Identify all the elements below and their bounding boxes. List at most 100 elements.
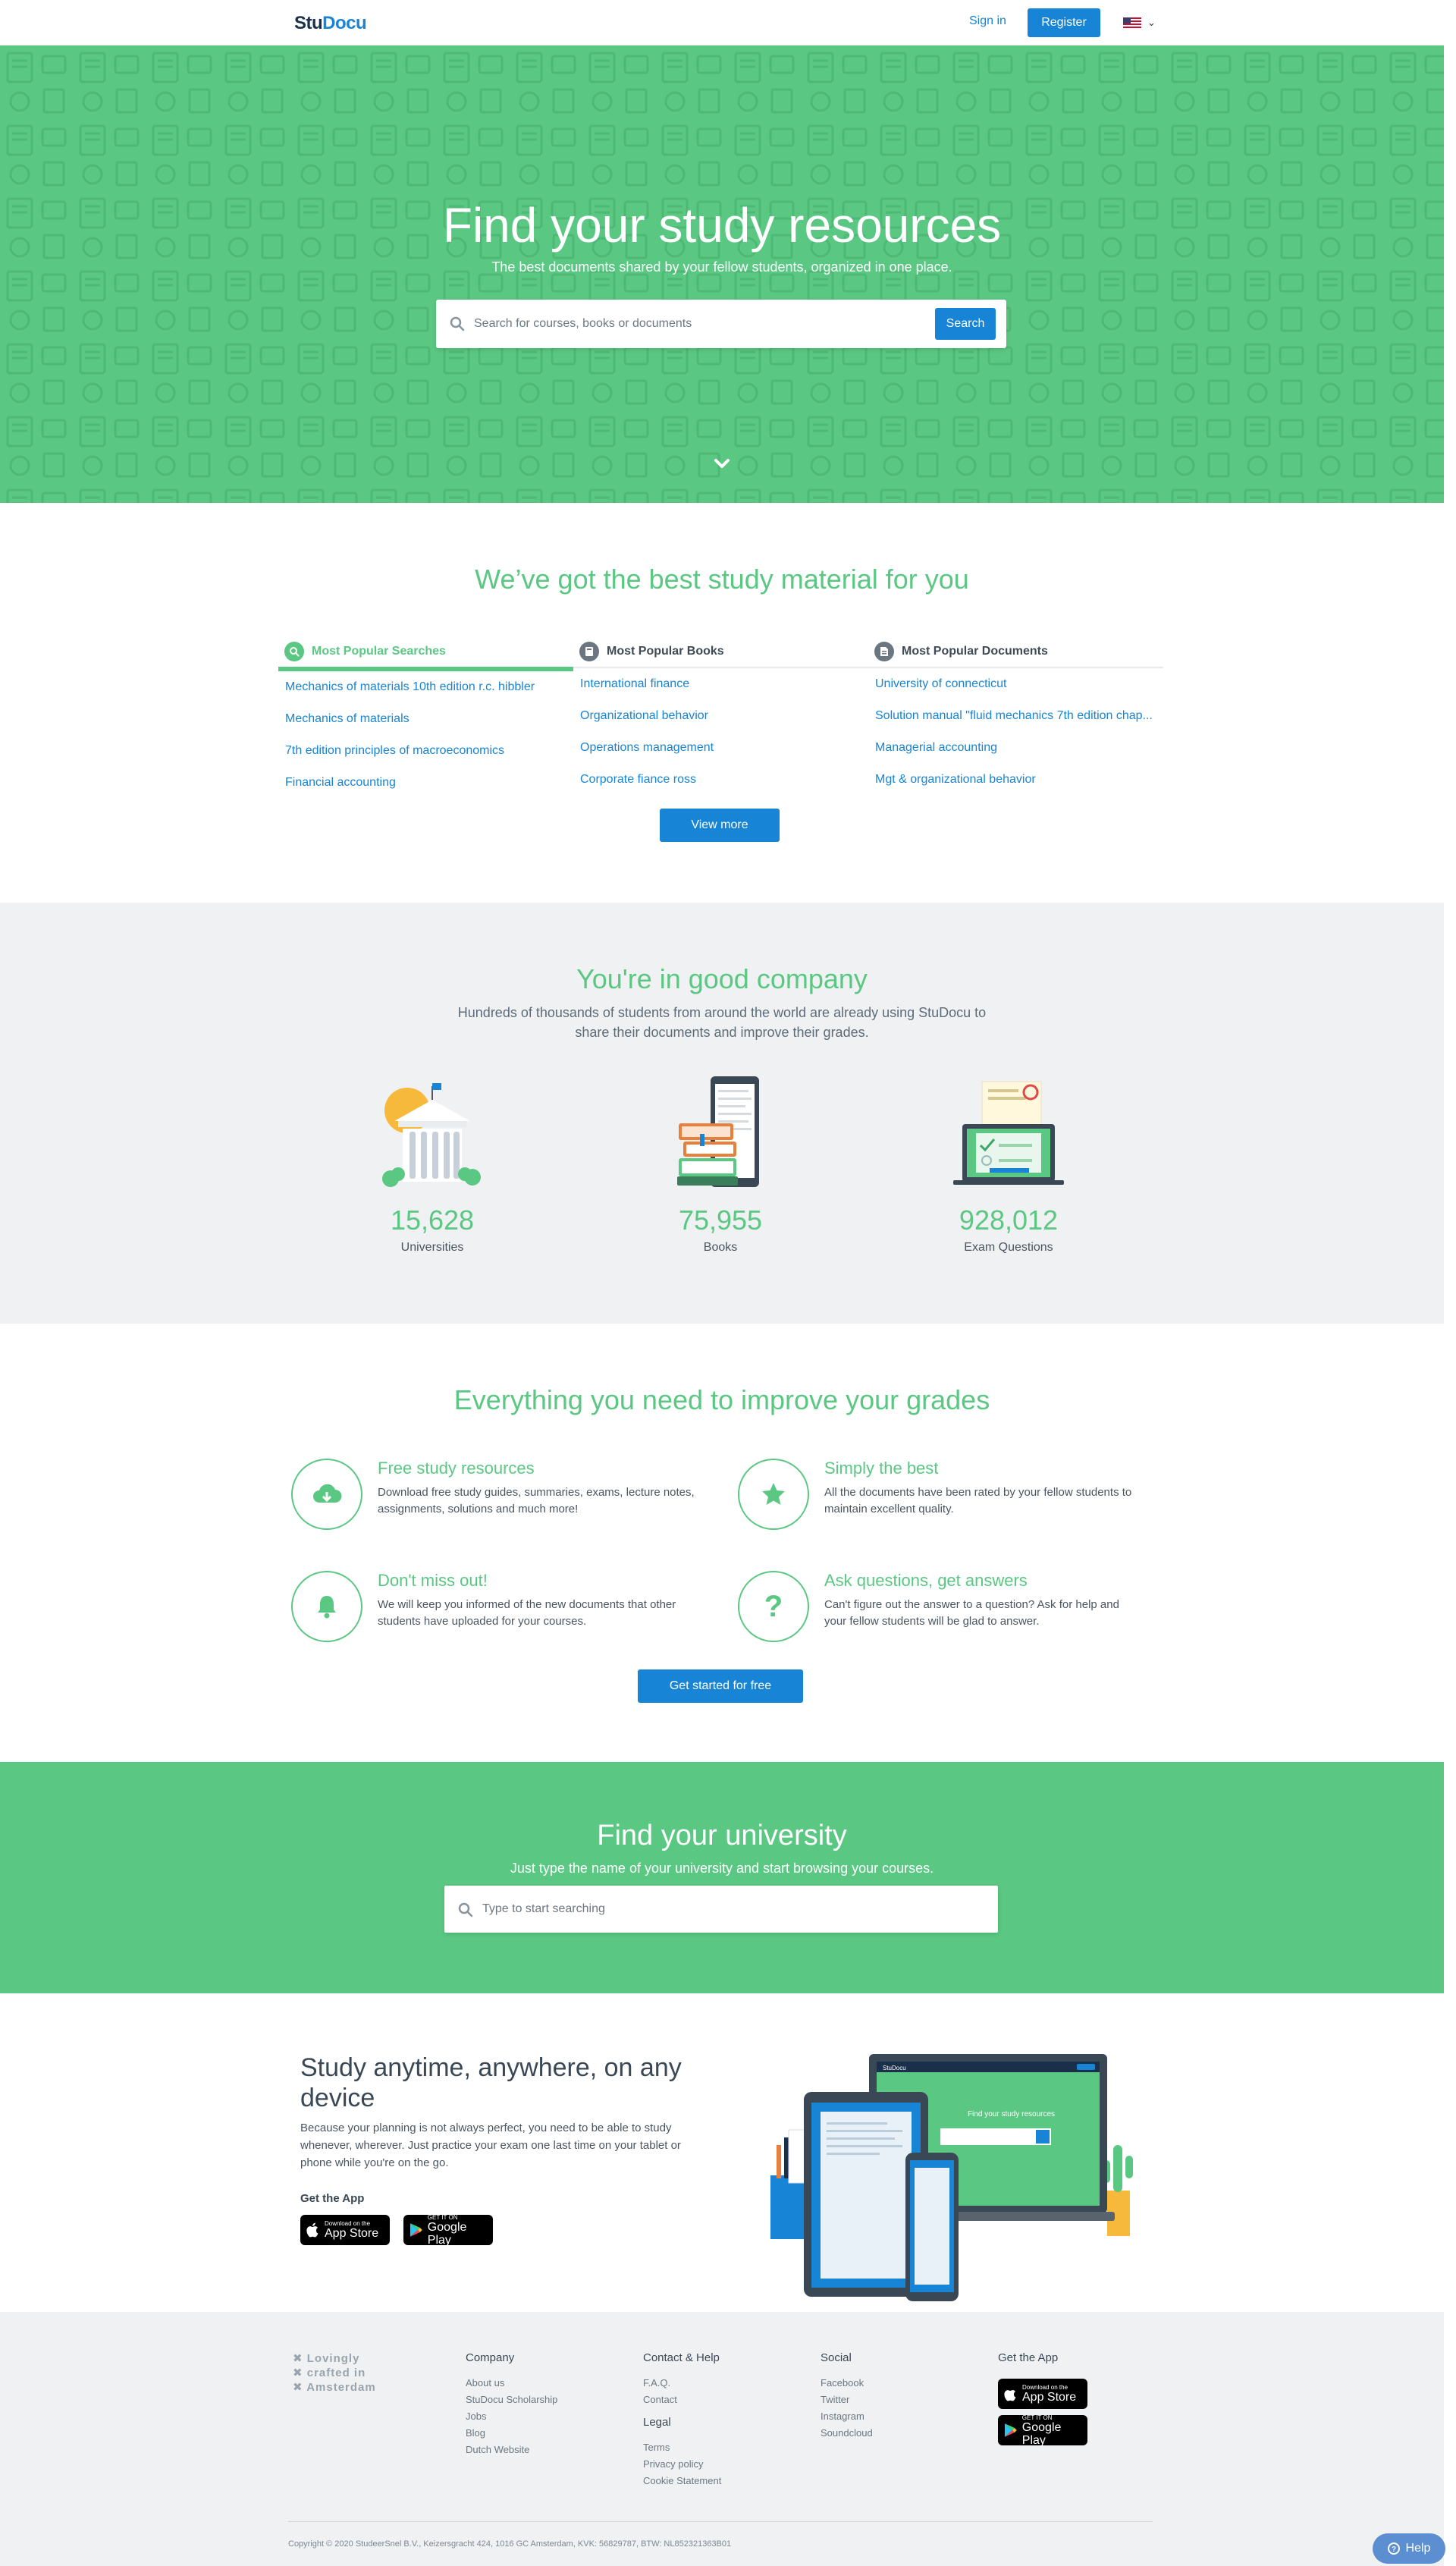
list-item[interactable]: Solution manual "fluid mechanics 7th edi… [875,709,1163,741]
stat-books-label: Books [703,1241,738,1254]
document-icon [874,642,894,661]
svg-text:?: ? [1391,2546,1395,2554]
footer-link[interactable]: Contact [643,2392,721,2408]
footer-link[interactable]: Terms [643,2439,721,2456]
footer-link[interactable]: Blog [466,2425,557,2442]
find-university-section: Find your university Just type the name … [0,1762,1444,1993]
apple-icon [1004,2390,1016,2401]
list-item[interactable]: 7th edition principles of macroeconomics [285,744,573,776]
language-selector[interactable]: ⌄ [1123,17,1156,29]
logo-text-docu: Docu [322,13,367,33]
university-search-input[interactable] [482,1895,968,1923]
footer-link[interactable]: F.A.Q. [643,2375,721,2392]
list-item[interactable]: Corporate fiance ross [580,773,868,805]
footer: ✖ Lovingly ✖ crafted in ✖ Amsterdam Comp… [0,2312,1445,2566]
footer-app-store-badge[interactable]: Download on the App Store [998,2379,1087,2409]
app-store-badge[interactable]: Download on the App Store [300,2215,390,2245]
stat-universities-label: Universities [400,1241,464,1254]
help-button[interactable]: ? Help [1373,2533,1445,2564]
laptop-brand-text: StuDocu [883,2065,906,2071]
university-illustration [318,1073,546,1191]
tab-popular-documents[interactable]: Most Popular Documents [868,636,1163,668]
study-material-section: We’ve got the best study material for yo… [0,503,1444,903]
footer-contact-column: Contact & Help F.A.Q. Contact Legal Term… [643,2351,721,2489]
footer-company-column: Company About us StuDocu Scholarship Job… [466,2351,557,2458]
footer-link[interactable]: About us [466,2375,557,2392]
play-icon [410,2223,422,2237]
hero-section: Find your study resources The best docum… [0,46,1444,503]
list-item[interactable]: Mechanics of materials 10th edition r.c.… [285,680,573,712]
footer-google-play-badge[interactable]: GET IT ON Google Play [998,2414,1087,2447]
features-section: Everything you need to improve your grad… [0,1324,1444,1762]
footer-divider [288,2521,1153,2522]
hero-search-input[interactable] [474,310,914,338]
footer-heading: Contact & Help [643,2351,720,2364]
feature-free-resources: Free study resources Download free study… [291,1459,716,1534]
popular-columns: Most Popular Searches Mechanics of mater… [278,636,1164,808]
register-button[interactable]: Register [1028,8,1100,37]
star-icon [738,1459,809,1530]
list-item[interactable]: University of connecticut [875,677,1163,709]
list-item[interactable]: Mgt & organizational behavior [875,773,1163,805]
list-item[interactable]: International finance [580,677,868,709]
list-item[interactable]: Operations management [580,741,868,773]
apple-icon [306,2222,318,2238]
devices-illustration: StuDocu Find your study resources [770,2054,1133,2301]
footer-tagline: ✖ Lovingly ✖ crafted in ✖ Amsterdam [293,2351,376,2395]
get-started-button[interactable]: Get started for free [638,1669,803,1703]
stat-books: 75,955 Books [607,1073,834,1255]
any-device-title: Study anytime, anywhere, on any device [300,2053,682,2112]
stat-exam-questions-value: 928,012 [959,1204,1059,1236]
list-item[interactable]: Managerial accounting [875,741,1163,773]
tab-popular-searches[interactable]: Most Popular Searches [278,636,573,671]
search-icon [284,642,304,661]
exam-illustration [895,1073,1122,1191]
books-illustration [607,1073,834,1191]
app-store-small: Download on the [325,2220,371,2227]
google-play-badge[interactable]: GET IT ON Google Play [403,2214,493,2247]
feature-title: Free study resources [378,1459,535,1478]
tagline-line: ✖ crafted in [293,2367,366,2379]
hero-search-button[interactable]: Search [935,308,996,340]
find-university-subtitle: Just type the name of your university an… [510,1861,934,1876]
popular-documents-column: Most Popular Documents University of con… [868,636,1163,808]
footer-link[interactable]: Jobs [466,2408,557,2425]
footer-link[interactable]: StuDocu Scholarship [466,2392,557,2408]
list-item[interactable]: Mechanics of materials [285,712,573,744]
tagline-line: ✖ Lovingly [293,2352,360,2365]
footer-link[interactable]: Privacy policy [643,2456,721,2473]
play-icon [1004,2423,1017,2437]
google-play-big: Google Play [427,2220,467,2247]
get-the-app-label: Get the App [300,2192,365,2205]
studocu-logo[interactable]: StuDocu [294,13,367,34]
popular-books-column: Most Popular Books International finance… [573,636,868,808]
feature-title: Ask questions, get answers [824,1571,1028,1590]
footer-link[interactable]: Instagram [821,2408,873,2425]
study-material-title: We’ve got the best study material for yo… [475,564,969,595]
popular-documents-list: University of connecticut Solution manua… [868,677,1163,805]
stat-universities-value: 15,628 [390,1204,475,1236]
book-icon [579,642,599,661]
footer-heading: Company [466,2351,515,2364]
hero-title: Find your study resources [442,198,1002,253]
help-label: Help [1405,2542,1431,2555]
popular-searches-column: Most Popular Searches Mechanics of mater… [278,636,573,808]
view-more-button[interactable]: View more [660,809,780,842]
footer-link[interactable]: Dutch Website [466,2442,557,2458]
footer-app-column: Get the App [998,2351,1058,2375]
close-icon: ✖ [293,2352,303,2365]
list-item[interactable]: Financial accounting [285,776,573,808]
footer-link[interactable]: Facebook [821,2375,873,2392]
feature-text: All the documents have been rated by you… [824,1486,1132,1515]
laptop-hero-text: Find your study resources [968,2110,1055,2118]
chevron-down-icon: ⌄ [1147,17,1156,28]
footer-link[interactable]: Twitter [821,2392,873,2408]
sign-in-link[interactable]: Sign in [969,14,1006,28]
footer-link[interactable]: Cookie Statement [643,2473,721,2489]
tab-popular-books[interactable]: Most Popular Books [573,636,868,668]
list-item[interactable]: Organizational behavior [580,709,868,741]
footer-link[interactable]: Soundcloud [821,2425,873,2442]
chevron-down-icon[interactable] [714,458,730,469]
hero-subtitle: The best documents shared by your fellow… [491,259,952,275]
university-search-bar [444,1886,998,1933]
